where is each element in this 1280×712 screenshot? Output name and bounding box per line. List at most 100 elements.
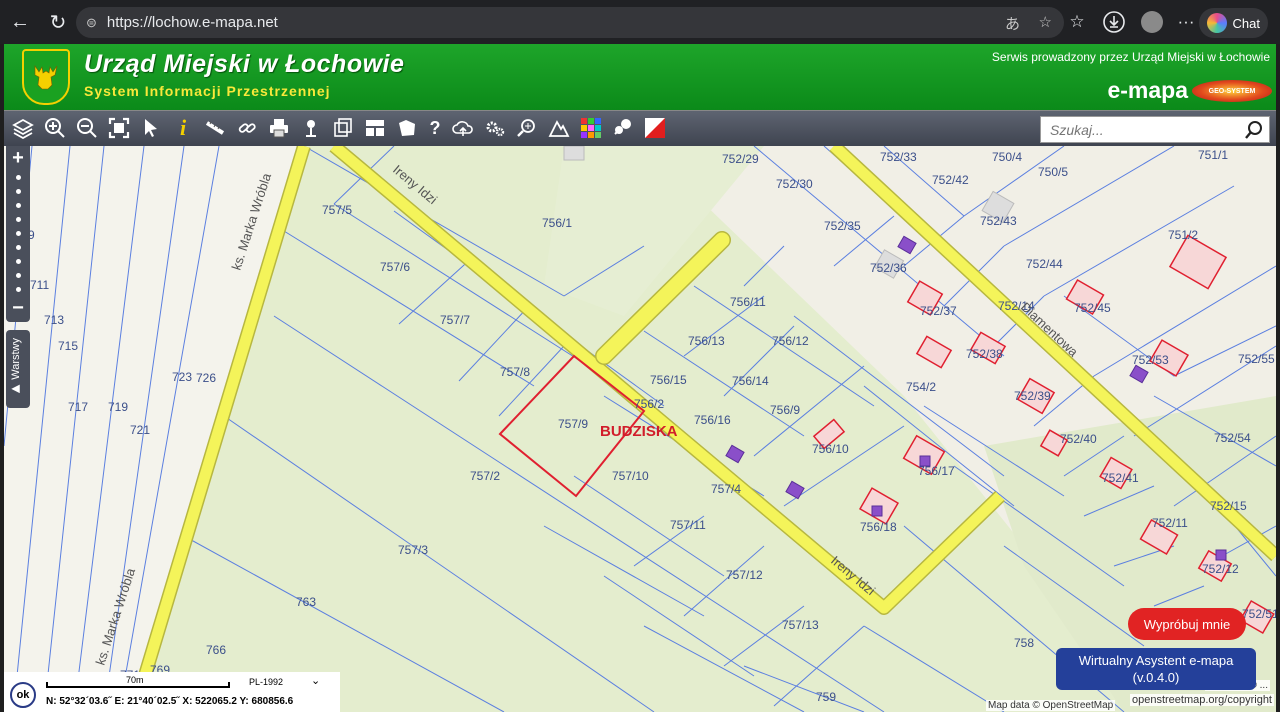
color-grid-icon[interactable] [578, 115, 604, 141]
chevron-down-icon[interactable]: ⌄ [311, 674, 320, 687]
export-icon[interactable] [330, 115, 356, 141]
virtual-assistant-button[interactable]: Wirtualny Asystent e-mapa (v.0.4.0) [1056, 648, 1256, 690]
favorite-star-icon[interactable]: ☆ [1039, 13, 1052, 31]
location-pin-icon[interactable] [298, 115, 324, 141]
clear-icon[interactable] [642, 115, 668, 141]
parcel-label: 752/36 [870, 261, 907, 275]
full-extent-icon[interactable] [106, 115, 132, 141]
parcel-label: 757/11 [670, 518, 706, 532]
place-label-budziska: BUDZISKA [600, 423, 678, 440]
parcel-label: 752/42 [932, 173, 969, 187]
zoom-level-dot[interactable] [15, 188, 21, 194]
map-view[interactable]: 757/5 757/6 757/7 757/8 757/9 757/2 757/3 757/1… [4, 146, 1276, 712]
site-info-icon[interactable]: ⊜ [86, 15, 97, 31]
zoom-level-dot[interactable] [15, 216, 21, 222]
parcel-label: 752/43 [980, 214, 1017, 228]
favorites-icon[interactable]: ☆ [1063, 8, 1091, 36]
link-icon[interactable] [234, 115, 260, 141]
measure-distance-icon[interactable] [202, 115, 228, 141]
search-icon[interactable] [1244, 120, 1264, 140]
parcel-label: 756/2 [634, 397, 664, 411]
search-field[interactable] [1040, 116, 1270, 143]
layers-icon[interactable] [10, 115, 36, 141]
parcel-label: 750/4 [992, 150, 1022, 164]
crs-select[interactable]: PL-1992 [249, 677, 283, 687]
zoom-level-dot[interactable] [15, 258, 21, 264]
page: Urząd Miejski w Łochowie System Informac… [4, 44, 1276, 712]
attribution-data: Map data © OpenStreetMap [986, 700, 1116, 711]
geosystem-logo[interactable]: GEO-SYSTEM [1192, 80, 1272, 102]
print-icon[interactable] [266, 115, 292, 141]
parcel-label: 752/54 [1214, 431, 1251, 445]
zoom-level-dot[interactable] [15, 174, 21, 180]
assistant-title: Wirtualny Asystent e-mapa [1078, 653, 1234, 668]
parcel-label: 757/9 [558, 417, 588, 431]
parcel-label: 751/1 [1198, 148, 1228, 162]
parcel-label: 723 [172, 370, 192, 384]
parcel-label: 759 [816, 690, 836, 704]
downloads-icon[interactable] [1100, 8, 1128, 36]
zoom-level-dot[interactable] [15, 230, 21, 236]
search-input[interactable] [1050, 121, 1230, 138]
layers-panel-toggle[interactable]: ▶ Warstwy [6, 330, 30, 408]
info-bar: ok 70m PL-1992 ⌄ N: 52°32´03.6˝ E: 21°40… [4, 672, 340, 712]
parcel-label: 751/2 [1168, 228, 1198, 242]
parcel-label: 752/44 [1026, 257, 1063, 271]
terrain-icon[interactable] [546, 115, 572, 141]
parcel-label: 757/3 [398, 543, 428, 557]
parcel-label: 757/7 [440, 313, 470, 327]
parcel-label: 757/13 [782, 618, 819, 632]
area-icon[interactable] [394, 115, 420, 141]
parcel-label: 752/38 [966, 347, 1003, 361]
address-bar[interactable]: ⊜ https://lochow.e-mapa.net あ ☆ [76, 7, 1064, 38]
parcel-label: 713 [44, 313, 64, 327]
map-canvas[interactable]: 757/5 757/6 757/7 757/8 757/9 757/2 757/3 757/1… [4, 146, 1276, 712]
zoom-level-dot[interactable] [15, 286, 21, 292]
translate-icon[interactable]: あ [1005, 13, 1020, 34]
parcel-label: 757/10 [612, 469, 649, 483]
help-icon[interactable]: ? [422, 115, 448, 141]
parcel-label: 756/13 [688, 334, 725, 348]
scale-label: 70m [126, 675, 144, 685]
chat-button[interactable]: Chat [1198, 8, 1268, 38]
parcel-label: 752/39 [1014, 389, 1051, 403]
info-icon[interactable]: i [170, 115, 196, 141]
parcel-label: 726 [196, 371, 216, 385]
parcel-label: 752/29 [722, 152, 759, 166]
zoom-level-dot[interactable] [15, 202, 21, 208]
zoom-in-icon[interactable] [42, 115, 68, 141]
zoom-out-icon[interactable] [74, 115, 100, 141]
zoom-out-button[interactable]: − [12, 296, 24, 320]
search-map-icon[interactable] [514, 115, 540, 141]
parcel-label: 752/15 [1210, 499, 1247, 513]
chat-bubbles-icon[interactable] [610, 115, 636, 141]
pointer-icon[interactable] [138, 115, 164, 141]
chat-label: Chat [1232, 15, 1260, 31]
ok-button[interactable]: ok [10, 682, 36, 708]
zoom-slider[interactable]: + − [6, 146, 30, 322]
parcel-label: 752/40 [1060, 432, 1097, 446]
settings-icon[interactable] [482, 115, 508, 141]
zoom-level-dot[interactable] [15, 272, 21, 278]
zoom-level-dot[interactable] [15, 244, 21, 250]
coordinates-readout: N: 52°32´03.6˝ E: 21°40´02.5˝ X: 522065.… [46, 696, 294, 707]
reload-icon[interactable]: ↻ [40, 4, 76, 40]
browser-toolbar: ← ↻ ⊜ https://lochow.e-mapa.net あ ☆ ☆ ··… [0, 0, 1280, 44]
parcel-label: 756/14 [732, 374, 769, 388]
zoom-in-button[interactable]: + [12, 146, 24, 170]
parcel-label: 752/12 [1202, 562, 1239, 576]
try-me-button[interactable]: Wypróbuj mnie [1128, 608, 1246, 640]
cloud-upload-icon[interactable] [450, 115, 476, 141]
parcel-label: 752/33 [880, 150, 917, 164]
parcel-label: 717 [68, 400, 88, 414]
more-menu-icon[interactable]: ··· [1172, 8, 1200, 36]
back-icon[interactable]: ← [2, 4, 38, 40]
parcel-label: 752/30 [776, 177, 813, 191]
profile-avatar[interactable] [1138, 8, 1166, 36]
parcel-label: 756/16 [694, 413, 731, 427]
site-title: Urząd Miejski w Łochowie [84, 50, 405, 78]
emapa-brand[interactable]: e-mapa [1107, 77, 1188, 104]
layout-icon[interactable] [362, 115, 388, 141]
attribution-link[interactable]: openstreetmap.org/copyright [1129, 694, 1274, 706]
elk-icon [34, 65, 58, 90]
